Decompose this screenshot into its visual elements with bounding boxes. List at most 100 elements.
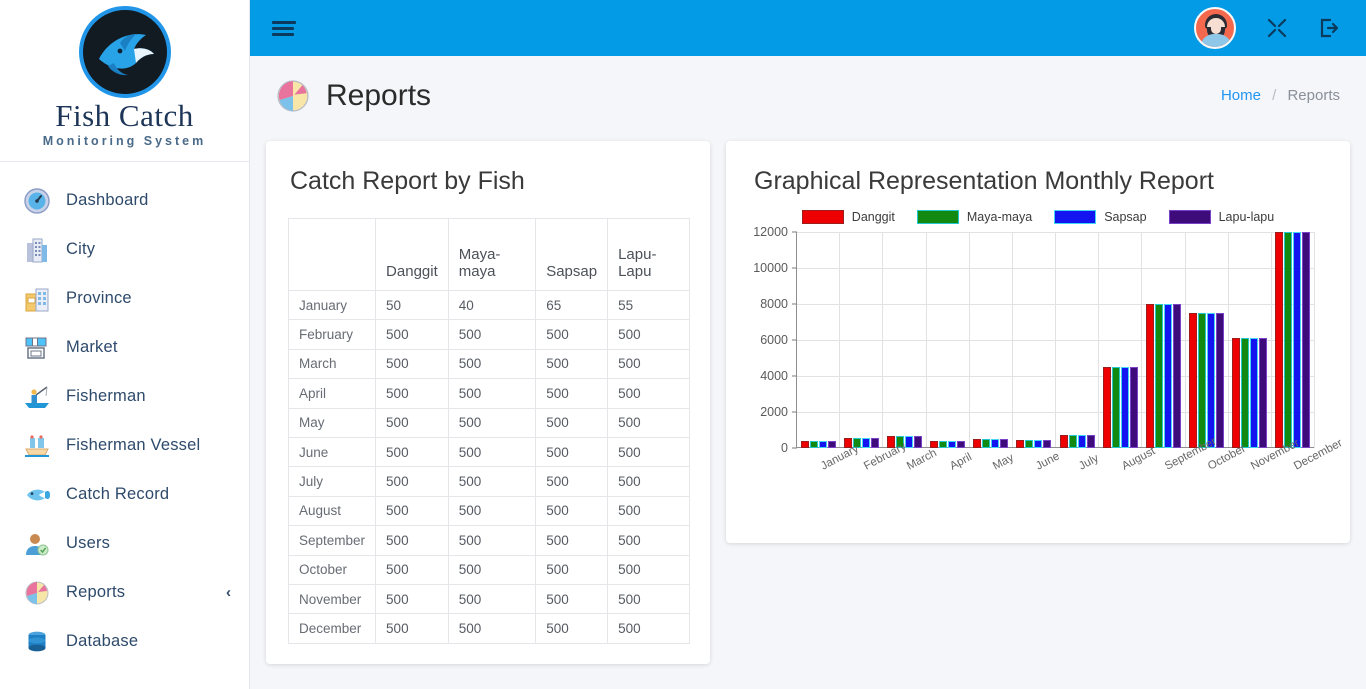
- market-stall-icon: [22, 333, 52, 363]
- chart-bar[interactable]: [982, 438, 991, 448]
- sidebar-item-label: Province: [66, 289, 132, 307]
- chart-bar[interactable]: [1172, 304, 1181, 448]
- cell-value: 500: [535, 407, 609, 438]
- chart-bar[interactable]: [1111, 367, 1120, 448]
- chart-bar[interactable]: [1292, 232, 1301, 448]
- topbar-actions: [1194, 7, 1340, 49]
- chart-bar[interactable]: [1283, 232, 1292, 448]
- chart-bar[interactable]: [914, 436, 923, 448]
- bar-group: [883, 232, 926, 448]
- chart-bar[interactable]: [810, 440, 819, 448]
- chart-bar[interactable]: [1215, 313, 1224, 448]
- legend-item[interactable]: Maya-maya: [916, 210, 1032, 224]
- chart-bar[interactable]: [1043, 439, 1052, 448]
- user-avatar-icon[interactable]: [1194, 7, 1236, 49]
- cell-value: 500: [607, 583, 690, 615]
- chart-bar[interactable]: [1068, 435, 1077, 448]
- chart-bar[interactable]: [1274, 232, 1283, 448]
- breadcrumb-home-link[interactable]: Home: [1221, 87, 1261, 104]
- table-row: November 500 500 500 500: [287, 583, 690, 615]
- breadcrumb-current: Reports: [1287, 87, 1340, 104]
- chart-bar[interactable]: [1163, 304, 1172, 448]
- chart-bar[interactable]: [1188, 313, 1197, 448]
- chart-bar[interactable]: [948, 441, 957, 448]
- expand-arrows-icon[interactable]: [1266, 17, 1288, 39]
- cell-value: 500: [607, 554, 690, 585]
- chart-bar[interactable]: [957, 441, 966, 448]
- chevron-left-icon[interactable]: ‹: [226, 584, 231, 601]
- sidebar-item-catch-record[interactable]: Catch Record: [0, 470, 249, 519]
- chart-bar[interactable]: [1086, 435, 1095, 448]
- x-axis-cell: March: [883, 447, 939, 504]
- chart-bar[interactable]: [1249, 338, 1258, 448]
- chart-bar[interactable]: [1240, 338, 1249, 448]
- chart-bar[interactable]: [1000, 438, 1009, 448]
- sidebar-item-fisherman-vessel[interactable]: Fisherman Vessel: [0, 421, 249, 470]
- chart-bar[interactable]: [1059, 435, 1068, 448]
- x-axis-cell: July: [1055, 452, 1101, 504]
- chart-bar[interactable]: [801, 440, 810, 448]
- cell-value: 500: [535, 613, 609, 644]
- brand-header[interactable]: Fish Catch Monitoring System: [0, 0, 249, 162]
- legend-item[interactable]: Sapsap: [1054, 210, 1147, 224]
- cell-value: 500: [375, 554, 449, 585]
- chart-bar[interactable]: [905, 436, 914, 448]
- sidebar-item-database[interactable]: Database: [0, 617, 249, 666]
- chart-x-axis: January February March April May June July Augu…: [797, 436, 1345, 504]
- y-axis-tick-label: 4000: [760, 369, 788, 383]
- chart-bar[interactable]: [1258, 338, 1267, 448]
- chart-bar[interactable]: [1120, 367, 1129, 448]
- legend-label: Lapu-lapu: [1218, 210, 1275, 224]
- chart-bar[interactable]: [991, 438, 1000, 448]
- x-axis-cell: December: [1271, 437, 1344, 504]
- chart-bar[interactable]: [1102, 367, 1111, 448]
- chart-bar[interactable]: [828, 440, 837, 448]
- legend-item[interactable]: Danggit: [801, 210, 895, 224]
- bar-group: [1271, 232, 1314, 448]
- chart-bar[interactable]: [1197, 313, 1206, 448]
- cell-value: 500: [607, 319, 690, 350]
- chart-bar[interactable]: [1129, 367, 1138, 448]
- chart-bar[interactable]: [1145, 304, 1154, 448]
- sidebar-item-province[interactable]: Province: [0, 274, 249, 323]
- chart-plot-area: 0 2000 4000 6000 8000 10000 12000 January Febru…: [753, 225, 1345, 473]
- sidebar: Fish Catch Monitoring System Dashboard C…: [0, 0, 250, 689]
- chart-bar[interactable]: [1077, 435, 1086, 448]
- legend-swatch: [916, 210, 959, 224]
- chart-bar[interactable]: [1034, 439, 1043, 448]
- chart-bar[interactable]: [1154, 304, 1163, 448]
- cell-value: 500: [375, 348, 449, 380]
- catch-report-card: Catch Report by Fish Danggit Maya-maya S…: [266, 141, 710, 664]
- cell-value: 500: [375, 466, 449, 497]
- chart-bar[interactable]: [1301, 232, 1310, 448]
- cell-value: 500: [447, 613, 537, 644]
- cell-value: 500: [535, 348, 609, 380]
- chart-bar[interactable]: [1016, 439, 1025, 448]
- cell-month: January: [287, 289, 377, 321]
- cell-value: 65: [535, 289, 609, 321]
- chart-bar[interactable]: [939, 441, 948, 448]
- breadcrumb-separator: /: [1272, 87, 1277, 104]
- chart-bar[interactable]: [1025, 439, 1034, 448]
- fish-icon: [22, 480, 52, 510]
- content-area: Catch Report by Fish Danggit Maya-maya S…: [250, 135, 1366, 689]
- sidebar-item-market[interactable]: Market: [0, 323, 249, 372]
- sidebar-item-fisherman[interactable]: Fisherman: [0, 372, 249, 421]
- logout-icon[interactable]: [1318, 17, 1340, 39]
- chart-bar[interactable]: [973, 438, 982, 448]
- chart-bar[interactable]: [819, 440, 828, 448]
- legend-item[interactable]: Lapu-lapu: [1168, 210, 1275, 224]
- bar-group: [797, 232, 840, 448]
- chart-bar[interactable]: [1231, 338, 1240, 448]
- sidebar-item-city[interactable]: City: [0, 225, 249, 274]
- cell-month: May: [287, 407, 377, 438]
- sidebar-item-users[interactable]: Users: [0, 519, 249, 568]
- sidebar-item-reports[interactable]: Reports ‹: [0, 568, 249, 617]
- chart-bar[interactable]: [871, 437, 880, 448]
- sidebar-item-dashboard[interactable]: Dashboard: [0, 176, 249, 225]
- hamburger-menu-icon[interactable]: [272, 18, 296, 39]
- chart-bar[interactable]: [1206, 313, 1215, 448]
- cell-month: July: [287, 466, 377, 497]
- chart-bar[interactable]: [862, 437, 871, 448]
- catch-report-title: Catch Report by Fish: [290, 167, 525, 195]
